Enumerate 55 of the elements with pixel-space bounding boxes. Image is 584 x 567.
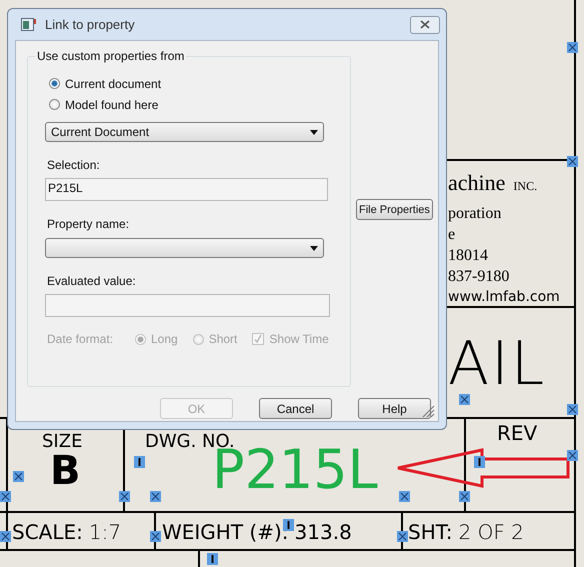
handle-icon[interactable] xyxy=(119,491,130,502)
company-info-line: 837-9180 xyxy=(448,267,510,287)
handle-icon[interactable] xyxy=(397,531,408,542)
sheet-value: 2 OF 2 xyxy=(458,520,524,544)
handle-icon[interactable] xyxy=(207,553,218,565)
company-info-line: www.lmfab.com xyxy=(448,288,560,307)
close-button[interactable] xyxy=(410,16,440,34)
arrow-icon xyxy=(396,447,572,489)
company-info-line: e xyxy=(448,225,456,245)
scale-value: 1:7 xyxy=(88,520,122,544)
evaluated-value-label: Evaluated value: xyxy=(47,274,137,288)
dialog-button[interactable]: Cancel xyxy=(259,398,332,419)
handle-icon[interactable] xyxy=(150,531,161,542)
close-icon xyxy=(420,20,430,29)
source-dropdown[interactable]: Current Document xyxy=(45,122,324,142)
company-info-line: poration xyxy=(448,204,502,224)
selection-field[interactable]: P215L xyxy=(45,178,328,201)
handle-icon[interactable] xyxy=(134,456,145,468)
handle-icon[interactable] xyxy=(567,42,578,53)
sheet-label: SHT: xyxy=(408,520,452,544)
handle-icon[interactable] xyxy=(567,450,578,461)
handle-icon[interactable] xyxy=(459,394,470,405)
resize-grip-icon[interactable] xyxy=(422,405,435,418)
handle-icon[interactable] xyxy=(150,491,161,502)
property-name-label: Property name: xyxy=(47,217,130,231)
dropdown-arrow-icon xyxy=(310,130,318,134)
weight-value: 313.8 xyxy=(294,520,352,544)
selection-label: Selection: xyxy=(47,158,101,172)
company-info-line: 18014 xyxy=(448,246,489,266)
weight-label: WEIGHT (#): xyxy=(162,520,289,544)
handle-icon[interactable] xyxy=(0,491,11,502)
handle-icon[interactable] xyxy=(459,491,470,502)
date-format-label: Date format: xyxy=(47,332,114,346)
handle-icon[interactable] xyxy=(567,404,578,415)
file-properties-button[interactable]: File Properties xyxy=(356,199,433,220)
handle-icon[interactable] xyxy=(474,456,485,468)
company-suffix: INC. xyxy=(513,179,538,193)
company-name: achine xyxy=(448,170,506,195)
evaluated-value-field[interactable] xyxy=(45,294,330,317)
handle-icon[interactable] xyxy=(399,491,410,502)
revision-label: REV xyxy=(497,421,538,445)
scale-label: SCALE: xyxy=(12,520,83,544)
handle-icon[interactable] xyxy=(567,156,578,167)
handle-icon[interactable] xyxy=(13,471,24,482)
handle-icon[interactable] xyxy=(0,531,11,542)
window-icon xyxy=(21,18,37,32)
property-name-dropdown[interactable] xyxy=(45,238,324,258)
window-title: Link to property xyxy=(45,17,136,32)
dialog-button[interactable]: Help xyxy=(358,398,431,419)
drawing-title: AIL xyxy=(448,336,546,392)
group-label: Use custom properties from xyxy=(35,49,186,63)
radio-option[interactable]: Current document xyxy=(49,73,350,94)
checkmark-icon xyxy=(253,334,264,344)
radio-option[interactable]: Model found here xyxy=(49,94,350,115)
dropdown-arrow-icon xyxy=(310,246,318,250)
